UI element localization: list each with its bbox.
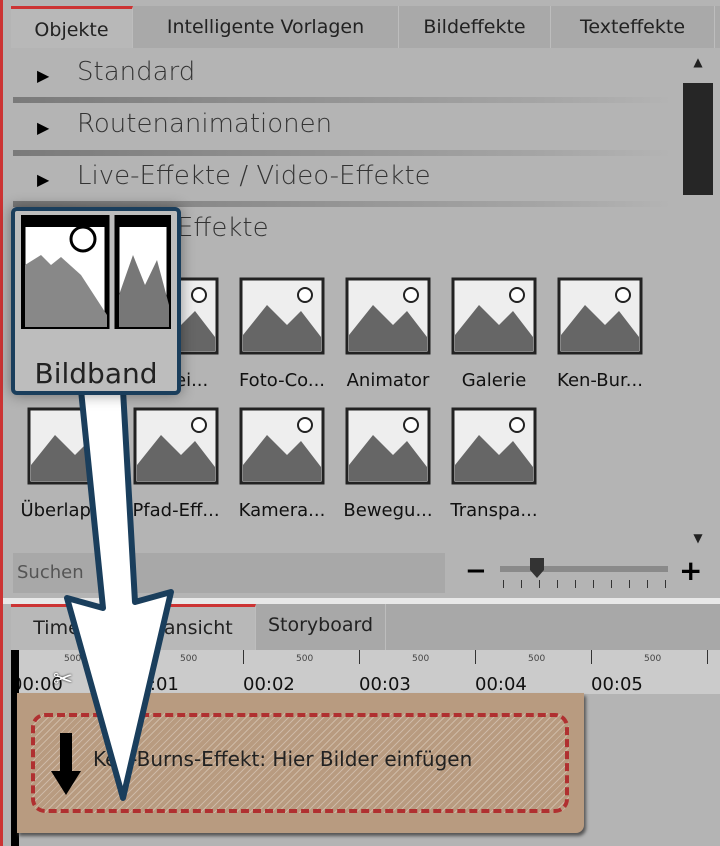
effect-thumbnail-icon [239,407,325,485]
section-label: Effekte [177,213,269,243]
tab-texteffekte[interactable]: Texteffekte [551,6,715,48]
effect-label: Foto-Co... [238,370,326,391]
zoom-ticks [503,580,668,588]
section-label: Standard [77,57,196,87]
scrollbar[interactable]: ▲ ▼ [683,55,713,545]
ruler-label: 00:03 [359,674,411,695]
ruler-tick [591,650,592,664]
effect-item[interactable]: Galerie [441,275,547,391]
ruler-minor-label: 500 [644,654,662,664]
ruler-label: 00:02 [243,674,295,695]
filmstrip-icon [21,215,171,329]
section-label: Routenanimationen [77,109,333,139]
effect-thumbnail-icon [557,277,643,355]
effect-item[interactable]: Ken-Bur... [547,275,653,391]
effect-label: Kamera... [238,500,326,521]
section-standard[interactable]: ▶ Standard [13,50,673,100]
zoom-in-button[interactable]: + [679,554,702,587]
drag-arrow-icon [64,387,174,801]
zoom-slider[interactable] [500,566,668,572]
ruler-label: 00:05 [591,674,643,695]
tab-intelligente-vorlagen[interactable]: Intelligente Vorlagen [133,6,399,48]
effect-thumbnail-icon [345,407,431,485]
tab-objekte[interactable]: Objekte [11,6,133,48]
ruler-minor-label: 500 [412,654,430,664]
effect-thumbnail-icon [345,277,431,355]
drag-preview-popup: Bildband [11,207,181,395]
effect-item[interactable]: Kamera... [229,405,335,521]
zoom-out-button[interactable]: − [465,556,487,586]
effect-thumbnail-icon [239,277,325,355]
ruler-tick [359,650,360,664]
section-live-effekte[interactable]: ▶ Live-Effekte / Video-Effekte [13,154,673,204]
popup-label: Bildband [34,357,158,390]
effect-label: Transpa... [450,500,538,521]
scroll-up-icon[interactable]: ▲ [683,55,713,69]
expand-icon: ▶ [37,170,50,189]
zoom-slider-handle[interactable] [530,558,544,578]
section-routenanimationen[interactable]: ▶ Routenanimationen [13,102,673,152]
scroll-thumb[interactable] [683,83,713,195]
effect-item[interactable]: Foto-Co... [229,275,335,391]
expand-icon: ▶ [37,118,50,137]
effect-thumbnail-icon [451,277,537,355]
effect-thumbnail-icon [451,407,537,485]
effect-item[interactable]: Animator [335,275,441,391]
effect-label: Ken-Bur... [557,370,643,391]
ruler-tick [707,650,708,664]
effect-label: Bewegu... [343,500,433,521]
effect-item[interactable]: Bewegu... [335,405,441,521]
ruler-minor-label: 500 [528,654,546,664]
expand-icon: ▶ [37,66,50,85]
ruler-minor-label: 500 [296,654,314,664]
scroll-down-icon[interactable]: ▼ [683,531,713,545]
ruler-tick [243,650,244,664]
ruler-tick [475,650,476,664]
section-label: Live-Effekte / Video-Effekte [77,161,431,191]
effect-item[interactable]: Transpa... [441,405,547,521]
effect-label: Animator [346,370,430,391]
effect-label: Galerie [461,370,527,391]
tab-storyboard[interactable]: Storyboard [256,604,386,650]
object-tabs: Objekte Intelligente Vorlagen Bildeffekt… [11,6,720,48]
ruler-label: 00:04 [475,674,527,695]
tab-bildeffekte[interactable]: Bildeffekte [399,6,551,48]
